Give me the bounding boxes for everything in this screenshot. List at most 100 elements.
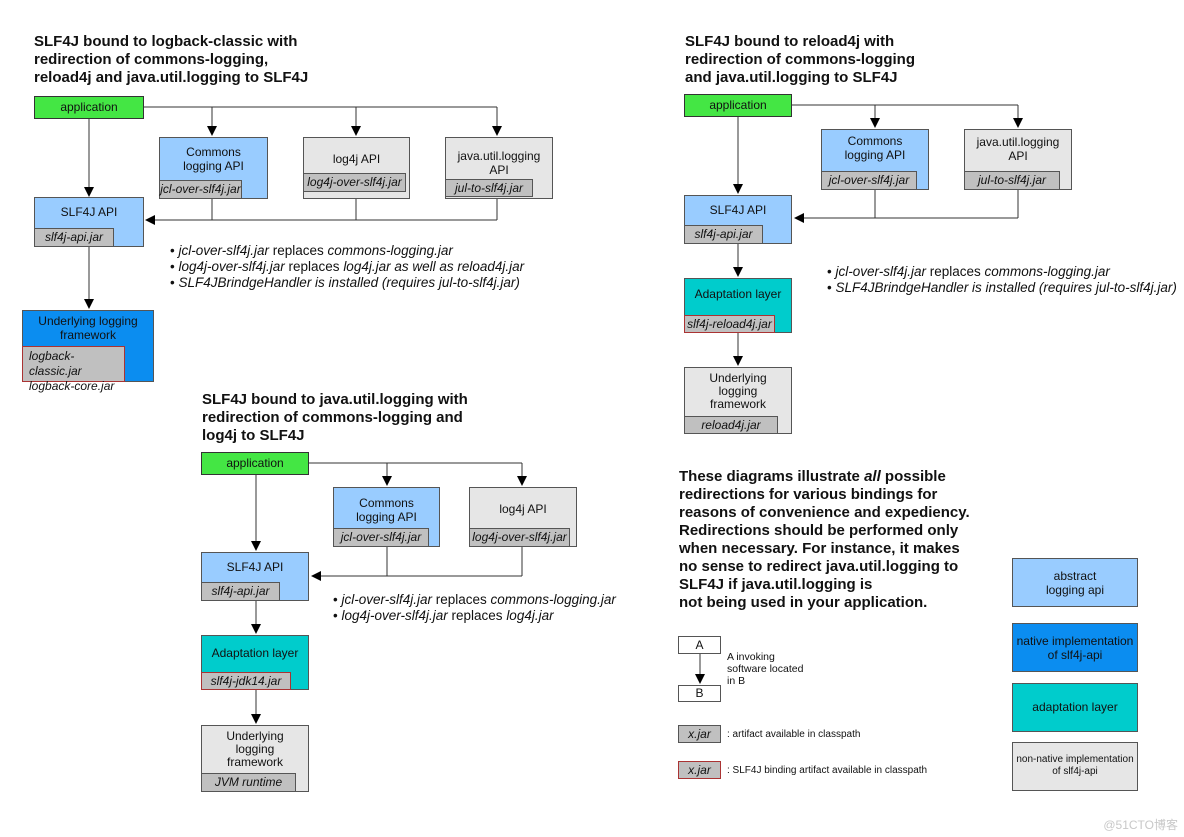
d3-bullet: • log4j-over-slf4j.jar replaces log4j.ja…: [333, 608, 554, 623]
note-line: when necessary. For instance, it makes: [679, 540, 960, 557]
d2-reload4j-binding-jar: slf4j-reload4j.jar: [684, 315, 775, 333]
watermark: @51CTO博客: [1103, 818, 1178, 832]
d3-bullets: • jcl-over-slf4j.jar replaces commons-lo…: [333, 592, 616, 624]
bullet-text: replaces: [432, 592, 491, 607]
d1-slf4j-label: SLF4J API: [60, 205, 118, 219]
d2-redirect-bus: [795, 190, 1019, 218]
d3-application-box: application: [201, 452, 309, 475]
d1-bullet: • log4j-over-slf4j.jar replaces log4j.ja…: [170, 259, 525, 274]
d3-log4j-box: log4j API log4j-over-slf4j.jar: [469, 487, 577, 547]
d2-adaptation-label: Adaptation layer: [694, 287, 782, 301]
d1-bullet: • jcl-over-slf4j.jar replaces commons-lo…: [170, 243, 453, 258]
d1-log4j-jar: log4j-over-slf4j.jar: [303, 173, 406, 192]
d2-bullets: • jcl-over-slf4j.jar replaces commons-lo…: [827, 264, 1177, 296]
d1-application-label: application: [60, 100, 118, 114]
legend-invoke-line: software located: [727, 663, 804, 675]
d3-log4j-jar: log4j-over-slf4j.jar: [469, 528, 570, 547]
bullet-italic: commons-logging.jar: [327, 243, 453, 258]
d1-underlying-box: Underlying logging framework logback-cla…: [22, 310, 154, 393]
note-line: reasons of convenience and expediency.: [679, 504, 970, 521]
legend-color-label: of slf4j-api: [1047, 648, 1103, 662]
d3-jcl-jar: jcl-over-slf4j.jar: [333, 528, 429, 547]
d1-redirect-bus: [146, 198, 498, 220]
d1-application-box: application: [34, 96, 144, 119]
d3-commons-logging-box: Commons logging API jcl-over-slf4j.jar: [333, 487, 440, 547]
d2-reload4j-jar: reload4j.jar: [684, 416, 778, 434]
legend-non-native-impl: non-native implementation of slf4j-api: [1012, 742, 1138, 791]
d2-application-label: application: [709, 98, 767, 112]
note-line: no sense to redirect java.util.logging t…: [679, 558, 959, 575]
d2-slf4j-api-box: SLF4J API slf4j-api.jar: [684, 195, 792, 244]
legend-a-label: A: [695, 638, 704, 652]
legend-invoke-line: in B: [727, 675, 746, 687]
d2-jul-label: API: [1008, 149, 1028, 163]
d3-log4j-label: log4j API: [499, 502, 547, 516]
d3-title-line: SLF4J bound to java.util.logging with: [202, 391, 468, 408]
d2-bullet: • jcl-over-slf4j.jar replaces commons-lo…: [827, 264, 1110, 279]
d3-commons-label: logging API: [356, 510, 417, 524]
legend-color-label: adaptation layer: [1032, 700, 1118, 714]
d3-slf4j-api-box: SLF4J API slf4j-api.jar: [201, 552, 309, 601]
bullet-italic: commons-logging.jar: [490, 592, 616, 607]
d1-commons-label: logging API: [183, 159, 244, 173]
d2-underlying-label: framework: [709, 397, 766, 411]
d2-jul-label: java.util.logging: [976, 135, 1060, 149]
legend-color-label: of slf4j-api: [1052, 766, 1098, 777]
d3-bullet: • jcl-over-slf4j.jar replaces commons-lo…: [333, 592, 616, 607]
note-line: not being used in your application.: [679, 594, 928, 611]
d3-adaptation-box: Adaptation layer slf4j-jdk14.jar: [201, 635, 309, 690]
legend-box-a: A: [678, 636, 721, 654]
legend-box-b: B: [678, 685, 721, 702]
legend-binding-jar-sample: x.jar: [678, 761, 721, 779]
d3-underlying-box: Underlying logging framework JVM runtime: [201, 725, 309, 792]
d3-jvm-runtime-jar: JVM runtime: [201, 773, 296, 792]
legend-color-label: logging api: [1045, 583, 1105, 597]
d2-jcl-jar: jcl-over-slf4j.jar: [821, 171, 917, 190]
d2-slf4j-jar: slf4j-api.jar: [684, 225, 763, 244]
d1-bullets: • jcl-over-slf4j.jar replaces commons-lo…: [170, 243, 524, 291]
note-text: possible: [880, 468, 946, 485]
d1-log4j-box: log4j API log4j-over-slf4j.jar: [303, 137, 410, 199]
connector-lines: [84, 104, 1023, 724]
explanatory-note: These diagrams illustrate all possible r…: [679, 468, 970, 612]
legend-color-label: non-native implementation: [1016, 754, 1134, 765]
d3-adaptation-label: Adaptation layer: [211, 646, 299, 660]
bullet-italic: jcl-over-slf4j.jar: [341, 592, 433, 607]
d1-slf4j-jar: slf4j-api.jar: [34, 228, 114, 247]
d1-logback-classic-jar: logback-classic.jar: [29, 349, 82, 378]
bullet-text: replaces: [284, 259, 344, 274]
legend-binding-desc: : SLF4J binding artifact available in cl…: [727, 765, 928, 776]
d1-jul-label: API: [489, 163, 509, 177]
legend-invoke-line: A invoking: [727, 651, 775, 663]
d3-redirect-bus: [312, 547, 523, 576]
d2-application-box: application: [684, 94, 792, 117]
legend-color-label: native implementation: [1016, 634, 1134, 648]
d1-commons-logging-box: Commons logging API jcl-over-slf4j.jar: [159, 137, 268, 199]
d3-title-line: redirection of commons-logging and: [202, 409, 463, 426]
d1-jcl-jar: jcl-over-slf4j.jar: [159, 180, 242, 199]
bullet-italic: log4j-over-slf4j.jar: [178, 259, 285, 274]
d3-slf4j-label: SLF4J API: [226, 560, 284, 574]
note-line: SLF4J if java.util.logging is: [679, 576, 873, 593]
d3-commons-label: Commons: [359, 496, 414, 510]
d2-title-line: redirection of commons-logging: [685, 51, 916, 68]
d1-logback-jars: logback-classic.jar logback-core.jar: [22, 346, 125, 393]
d1-title-line: redirection of commons-logging,: [34, 51, 269, 68]
d2-underlying-box: Underlying logging framework reload4j.ja…: [684, 367, 792, 434]
d2-slf4j-label: SLF4J API: [709, 203, 767, 217]
note-line: These diagrams illustrate all possible: [679, 468, 970, 486]
legend-jar-desc: : artifact available in classpath: [727, 729, 861, 740]
bullet-text: replaces: [926, 264, 985, 279]
note-emphasis: all: [864, 468, 881, 485]
d1-jul-jar: jul-to-slf4j.jar: [445, 179, 533, 197]
d2-jul-jar: jul-to-slf4j.jar: [964, 171, 1060, 190]
d2-bullet: • SLF4JBrindgeHandler is installed (requ…: [827, 280, 1177, 295]
note-line: Redirections should be performed only: [679, 522, 959, 539]
bullet-text: replaces: [447, 608, 507, 623]
d1-logback-core-jar: logback-core.jar: [29, 379, 115, 393]
d1-title-line: SLF4J bound to logback-classic with: [34, 33, 298, 50]
d1-slf4j-api-box: SLF4J API slf4j-api.jar: [34, 197, 144, 247]
d3-application-label: application: [226, 456, 284, 470]
d1-jul-box: java.util.logging API jul-to-slf4j.jar: [445, 137, 553, 199]
d2-commons-logging-box: Commons logging API jcl-over-slf4j.jar: [821, 129, 929, 190]
